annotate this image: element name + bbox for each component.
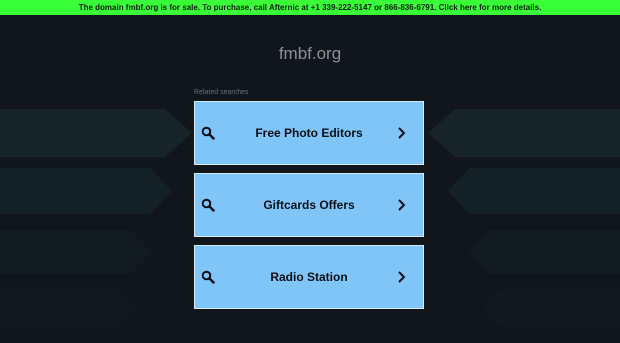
search-icon — [201, 270, 215, 284]
search-link-label: Giftcards Offers — [263, 198, 355, 212]
chevron-right-icon — [398, 199, 406, 211]
bg-arrow-left-4 — [0, 290, 138, 326]
sale-banner[interactable]: The domain fmbf.org is for sale. To purc… — [0, 0, 620, 15]
search-link-2[interactable]: Radio Station — [194, 245, 424, 309]
search-icon — [201, 126, 215, 140]
bg-arrow-right-3 — [468, 230, 620, 274]
bg-arrow-right-1 — [428, 109, 620, 157]
sale-banner-text[interactable]: The domain fmbf.org is for sale. To purc… — [79, 3, 542, 12]
related-searches-label: Related searches — [194, 89, 249, 96]
chevron-right-icon — [398, 271, 406, 283]
bg-arrow-left-1 — [0, 109, 192, 157]
search-link-label: Free Photo Editors — [255, 126, 363, 140]
chevron-right-icon — [398, 127, 406, 139]
search-link-0[interactable]: Free Photo Editors — [194, 101, 424, 165]
bg-arrow-right-4 — [482, 290, 620, 326]
bg-arrow-left-3 — [0, 230, 152, 274]
domain-title: fmbf.org — [278, 44, 342, 63]
search-icon — [201, 198, 215, 212]
bg-arrow-right-2 — [448, 168, 620, 214]
search-link-label: Radio Station — [270, 270, 348, 284]
search-link-1[interactable]: Giftcards Offers — [194, 173, 424, 237]
bg-arrow-left-2 — [0, 168, 172, 214]
